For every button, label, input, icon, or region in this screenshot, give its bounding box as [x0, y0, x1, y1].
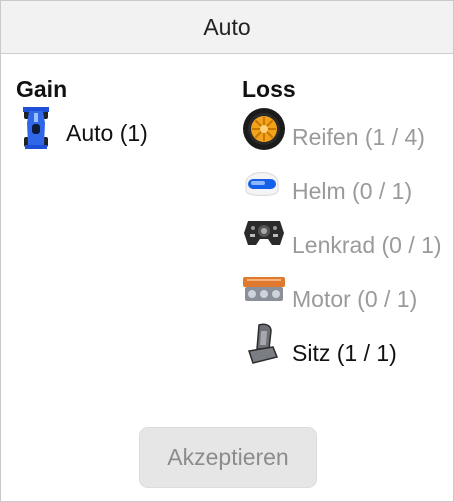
- loss-item: Reifen (1 / 4): [242, 107, 447, 155]
- engine-icon: [242, 275, 286, 315]
- steering-wheel-icon: [242, 215, 286, 261]
- window-title: Auto: [1, 1, 453, 54]
- loss-item: Sitz (1 / 1): [242, 323, 447, 371]
- tire-icon: [242, 107, 286, 161]
- seat-icon: [245, 323, 281, 377]
- race-car-icon: [21, 107, 51, 161]
- gain-item: Auto (1): [16, 105, 216, 153]
- loss-item: Helm (0 / 1): [242, 161, 447, 209]
- gain-column: Gain Auto (1): [16, 75, 216, 153]
- loss-heading: Loss: [242, 76, 296, 102]
- gain-heading: Gain: [16, 76, 68, 102]
- dialog-window: Auto Gain Auto (1) Loss Reifen (1 / 4) H…: [0, 0, 454, 502]
- loss-item: Motor (0 / 1): [242, 269, 447, 317]
- helmet-icon: [242, 161, 282, 211]
- accept-button[interactable]: Akzeptieren: [139, 427, 317, 488]
- loss-column: Loss Reifen (1 / 4) Helm (0 / 1) Lenkrad…: [242, 75, 447, 377]
- loss-item: Lenkrad (0 / 1): [242, 215, 447, 263]
